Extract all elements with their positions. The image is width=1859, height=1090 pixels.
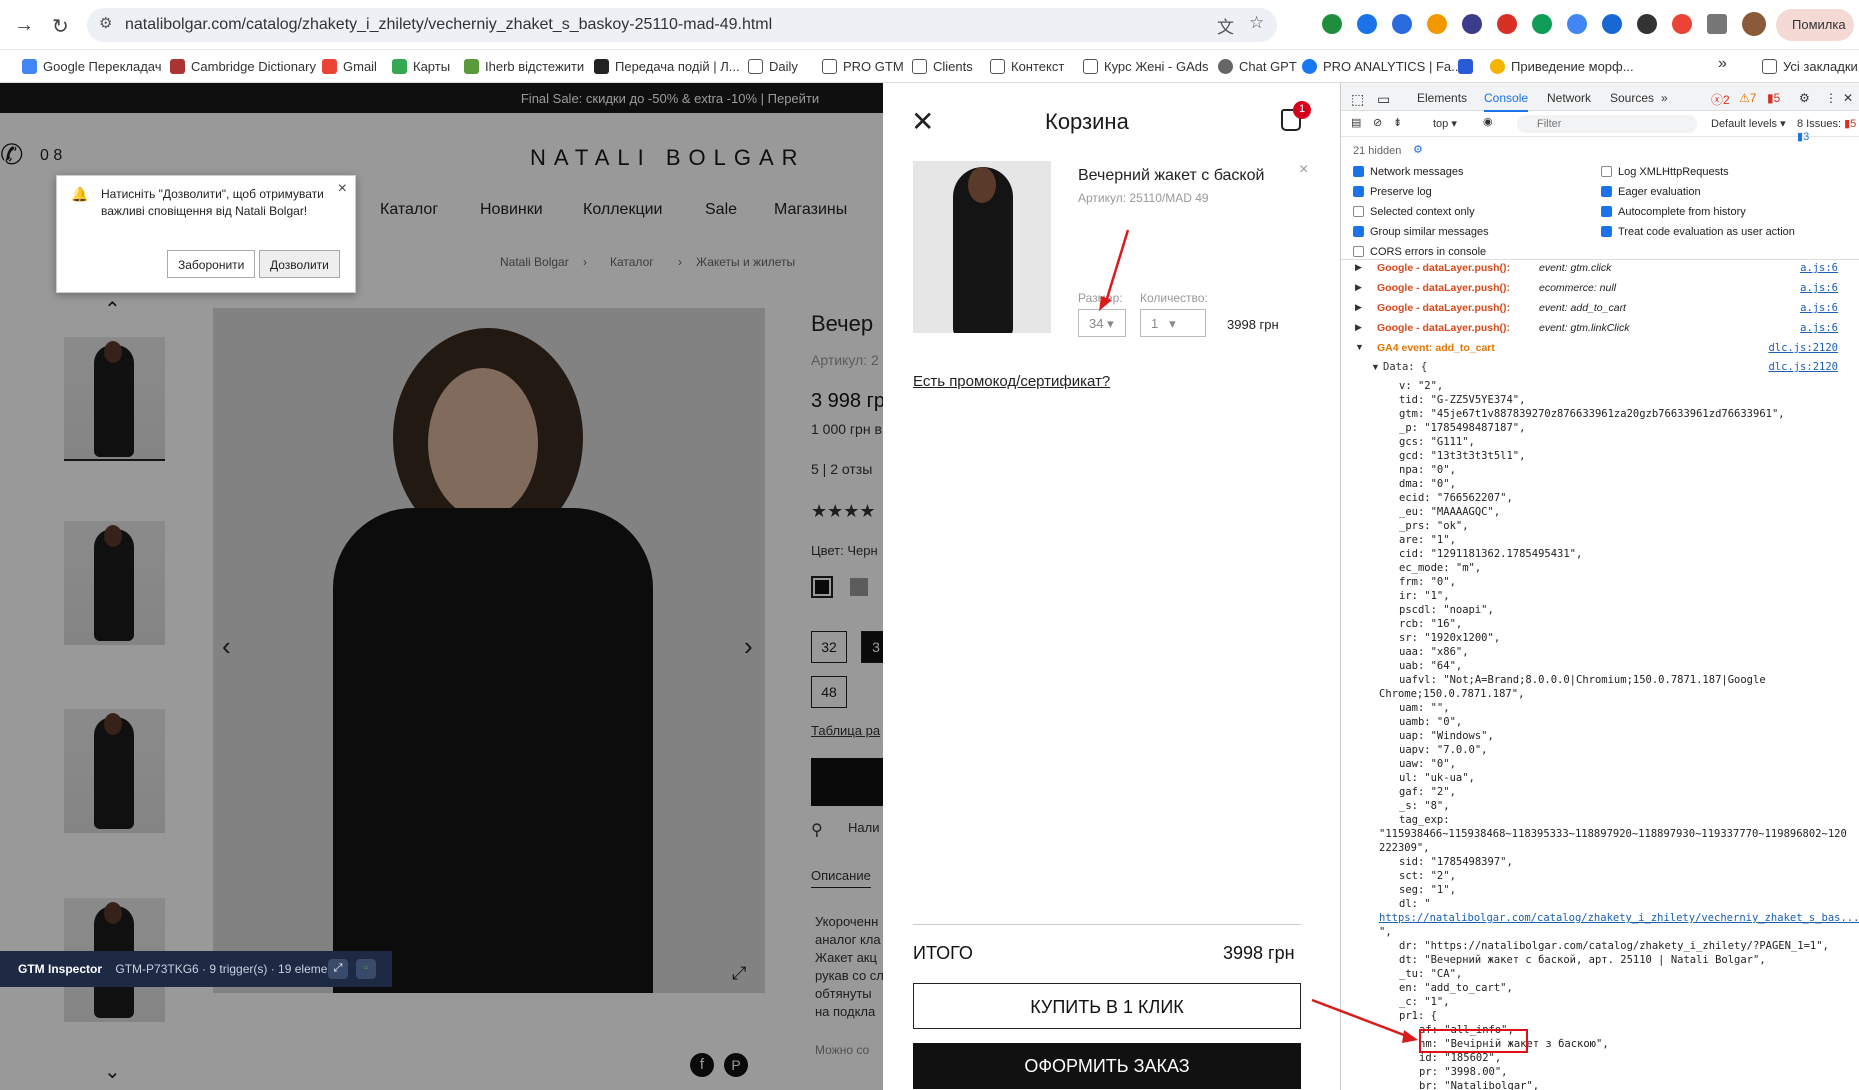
annotation-arrowhead (1402, 1030, 1418, 1043)
annotation-arrowhead (1099, 296, 1112, 311)
annotation-arrow (1311, 998, 1413, 1040)
annotation-overlay (1099, 229, 1528, 1053)
annotation-highlight-box (1419, 1029, 1528, 1053)
annotation-arrow (1103, 229, 1130, 306)
